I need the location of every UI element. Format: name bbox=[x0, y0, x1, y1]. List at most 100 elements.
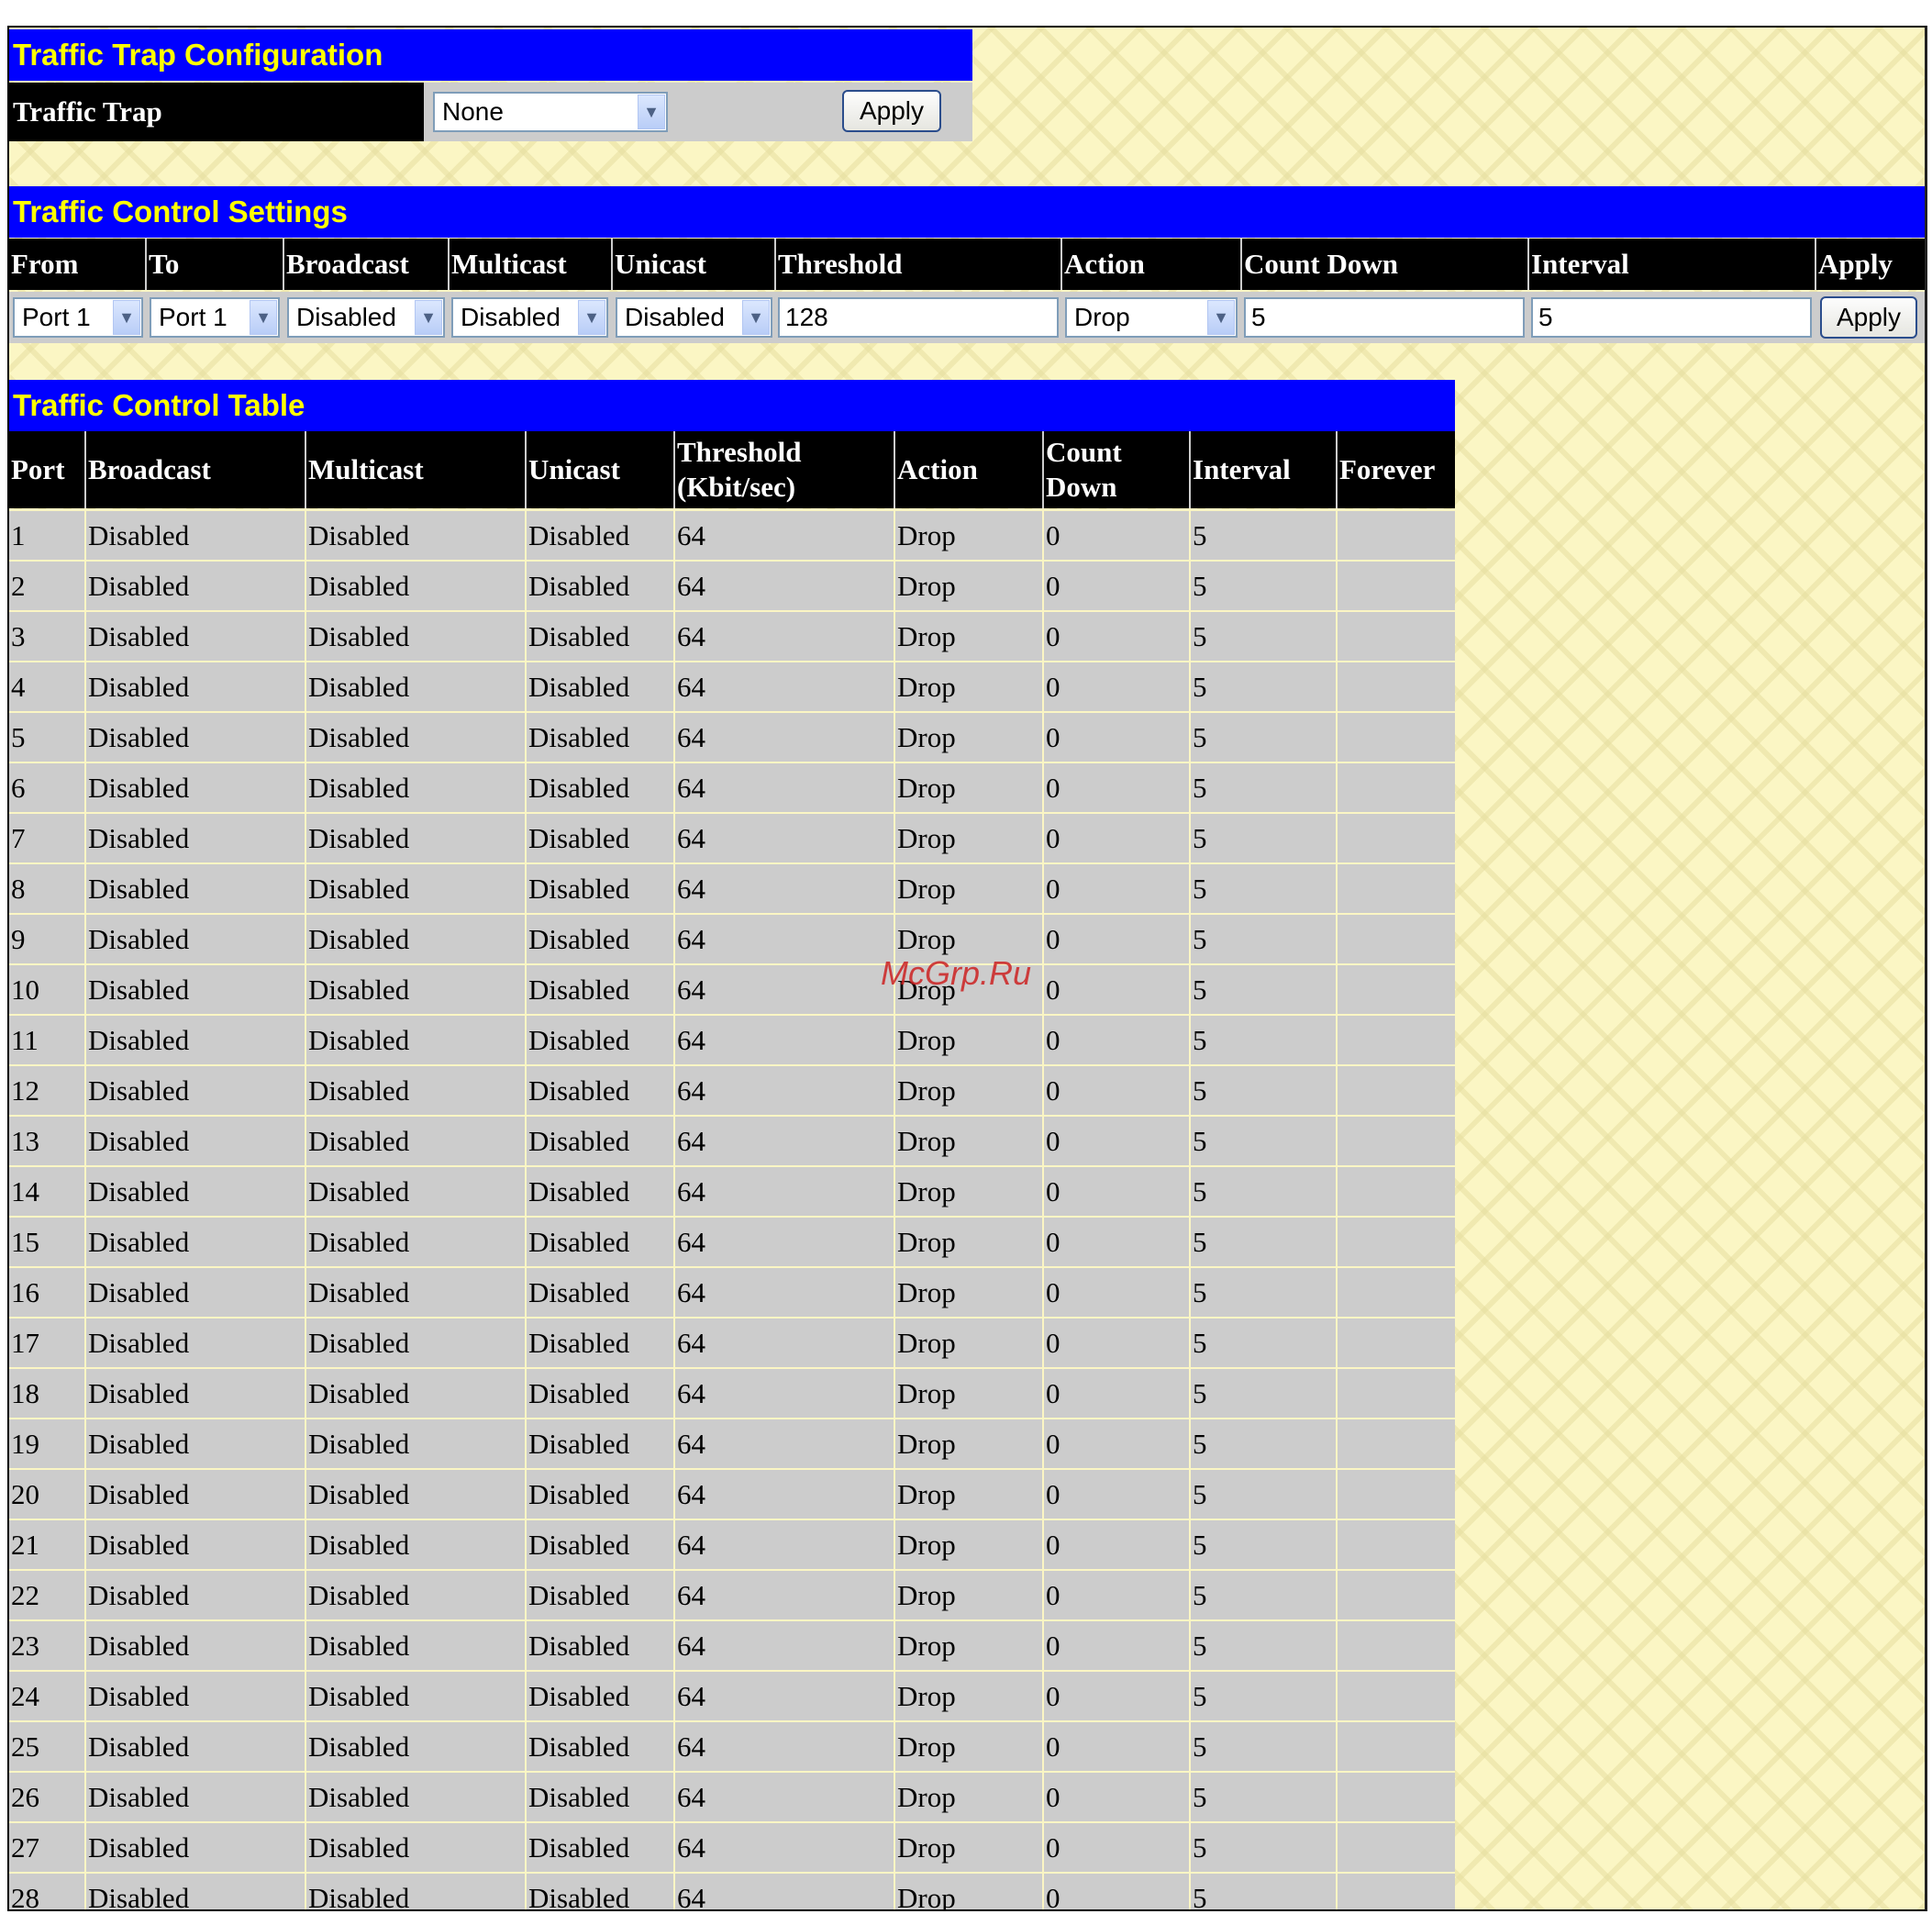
cell-forever bbox=[1336, 1117, 1455, 1165]
table-row: 18 Disabled Disabled Disabled 64 Drop 0 5 bbox=[9, 1367, 1455, 1418]
from-port-select[interactable]: Port 1 ▼ bbox=[13, 297, 143, 338]
cell-count-down: 0 bbox=[1042, 1874, 1189, 1909]
cell-unicast: Disabled bbox=[525, 1571, 673, 1619]
cell-interval: 5 bbox=[1189, 1218, 1336, 1266]
chevron-down-icon[interactable]: ▼ bbox=[578, 300, 605, 335]
interval-input[interactable]: 5 bbox=[1531, 297, 1812, 338]
cell-threshold: 64 bbox=[673, 1117, 894, 1165]
cell-forever bbox=[1336, 864, 1455, 913]
table-header-multicast: Multicast bbox=[305, 431, 525, 508]
cell-unicast: Disabled bbox=[525, 1066, 673, 1115]
table-row: 28 Disabled Disabled Disabled 64 Drop 0 5 bbox=[9, 1872, 1455, 1909]
cell-interval: 5 bbox=[1189, 1016, 1336, 1064]
cell-threshold: 64 bbox=[673, 1874, 894, 1909]
settings-header-interval: Interval bbox=[1527, 239, 1815, 290]
table-row: 8 Disabled Disabled Disabled 64 Drop 0 5 bbox=[9, 862, 1455, 913]
cell-count-down: 0 bbox=[1042, 864, 1189, 913]
trap-apply-button[interactable]: Apply bbox=[842, 90, 941, 132]
table-row: 13 Disabled Disabled Disabled 64 Drop 0 5 bbox=[9, 1115, 1455, 1165]
cell-threshold: 64 bbox=[673, 1016, 894, 1064]
cell-multicast: Disabled bbox=[305, 511, 525, 560]
cell-count-down: 0 bbox=[1042, 1066, 1189, 1115]
cell-multicast: Disabled bbox=[305, 1722, 525, 1771]
cell-threshold: 64 bbox=[673, 1823, 894, 1872]
cell-action: Drop bbox=[894, 1369, 1042, 1418]
table-row: 26 Disabled Disabled Disabled 64 Drop 0 5 bbox=[9, 1771, 1455, 1821]
cell-count-down: 0 bbox=[1042, 1319, 1189, 1367]
cell-forever bbox=[1336, 1369, 1455, 1418]
table-row: 14 Disabled Disabled Disabled 64 Drop 0 5 bbox=[9, 1165, 1455, 1216]
cell-multicast: Disabled bbox=[305, 1773, 525, 1821]
cell-unicast: Disabled bbox=[525, 1117, 673, 1165]
multicast-select[interactable]: Disabled ▼ bbox=[451, 297, 608, 338]
threshold-input[interactable]: 128 bbox=[778, 297, 1059, 338]
cell-threshold: 64 bbox=[673, 1571, 894, 1619]
cell-unicast: Disabled bbox=[525, 1218, 673, 1266]
table-row: 10 Disabled Disabled Disabled 64 Drop 0 5 bbox=[9, 963, 1455, 1014]
cell-broadcast: Disabled bbox=[84, 511, 305, 560]
settings-apply-button[interactable]: Apply bbox=[1820, 296, 1917, 339]
cell-broadcast: Disabled bbox=[84, 1470, 305, 1519]
cell-multicast: Disabled bbox=[305, 1218, 525, 1266]
cell-interval: 5 bbox=[1189, 763, 1336, 812]
cell-action: Drop bbox=[894, 763, 1042, 812]
cell-forever bbox=[1336, 1722, 1455, 1771]
count-down-input[interactable]: 5 bbox=[1244, 297, 1525, 338]
cell-multicast: Disabled bbox=[305, 713, 525, 762]
cell-action: Drop bbox=[894, 1773, 1042, 1821]
cell-count-down: 0 bbox=[1042, 1823, 1189, 1872]
chevron-down-icon[interactable]: ▼ bbox=[1207, 300, 1235, 335]
cell-action: Drop bbox=[894, 864, 1042, 913]
cell-count-down: 0 bbox=[1042, 713, 1189, 762]
cell-unicast: Disabled bbox=[525, 1722, 673, 1771]
unicast-select[interactable]: Disabled ▼ bbox=[616, 297, 772, 338]
cell-broadcast: Disabled bbox=[84, 1773, 305, 1821]
cell-multicast: Disabled bbox=[305, 1117, 525, 1165]
cell-unicast: Disabled bbox=[525, 814, 673, 862]
chevron-down-icon[interactable]: ▼ bbox=[638, 95, 665, 129]
cell-port: 21 bbox=[11, 1529, 39, 1561]
cell-threshold: 64 bbox=[673, 1470, 894, 1519]
cell-multicast: Disabled bbox=[305, 1066, 525, 1115]
table-row: 4 Disabled Disabled Disabled 64 Drop 0 5 bbox=[9, 661, 1455, 711]
cell-broadcast: Disabled bbox=[84, 713, 305, 762]
table-row: 7 Disabled Disabled Disabled 64 Drop 0 5 bbox=[9, 812, 1455, 862]
cell-unicast: Disabled bbox=[525, 1016, 673, 1064]
cell-interval: 5 bbox=[1189, 1268, 1336, 1317]
table-row: 15 Disabled Disabled Disabled 64 Drop 0 5 bbox=[9, 1216, 1455, 1266]
cell-count-down: 0 bbox=[1042, 763, 1189, 812]
trap-config-row: Traffic Trap None ▼ Apply bbox=[9, 83, 972, 141]
broadcast-select[interactable]: Disabled ▼ bbox=[287, 297, 445, 338]
to-port-select[interactable]: Port 1 ▼ bbox=[150, 297, 280, 338]
cell-action: Drop bbox=[894, 1470, 1042, 1519]
cell-interval: 5 bbox=[1189, 713, 1336, 762]
chevron-down-icon[interactable]: ▼ bbox=[113, 300, 140, 335]
cell-multicast: Disabled bbox=[305, 1571, 525, 1619]
cell-port: 23 bbox=[11, 1630, 39, 1662]
chevron-down-icon[interactable]: ▼ bbox=[250, 300, 277, 335]
cell-count-down: 0 bbox=[1042, 1419, 1189, 1468]
cell-forever bbox=[1336, 662, 1455, 711]
chevron-down-icon[interactable]: ▼ bbox=[742, 300, 770, 335]
cell-action: Drop bbox=[894, 1016, 1042, 1064]
settings-header-row: From To Broadcast Multicast Unicast Thre… bbox=[9, 239, 1925, 290]
cell-interval: 5 bbox=[1189, 1419, 1336, 1468]
action-select[interactable]: Drop ▼ bbox=[1065, 297, 1238, 338]
from-port-value: Port 1 bbox=[22, 303, 91, 331]
cell-port: 14 bbox=[11, 1175, 39, 1207]
cell-forever bbox=[1336, 1268, 1455, 1317]
cell-action: Drop bbox=[894, 1218, 1042, 1266]
cell-count-down: 0 bbox=[1042, 1672, 1189, 1720]
cell-multicast: Disabled bbox=[305, 1016, 525, 1064]
cell-port: 5 bbox=[11, 721, 26, 753]
cell-action: Drop bbox=[894, 1874, 1042, 1909]
cell-unicast: Disabled bbox=[525, 1369, 673, 1418]
cell-broadcast: Disabled bbox=[84, 763, 305, 812]
cell-broadcast: Disabled bbox=[84, 1722, 305, 1771]
cell-action: Drop bbox=[894, 1520, 1042, 1569]
cell-multicast: Disabled bbox=[305, 1167, 525, 1216]
chevron-down-icon[interactable]: ▼ bbox=[415, 300, 442, 335]
traffic-trap-select[interactable]: None ▼ bbox=[433, 92, 668, 132]
table-row: 5 Disabled Disabled Disabled 64 Drop 0 5 bbox=[9, 711, 1455, 762]
cell-threshold: 64 bbox=[673, 1520, 894, 1569]
